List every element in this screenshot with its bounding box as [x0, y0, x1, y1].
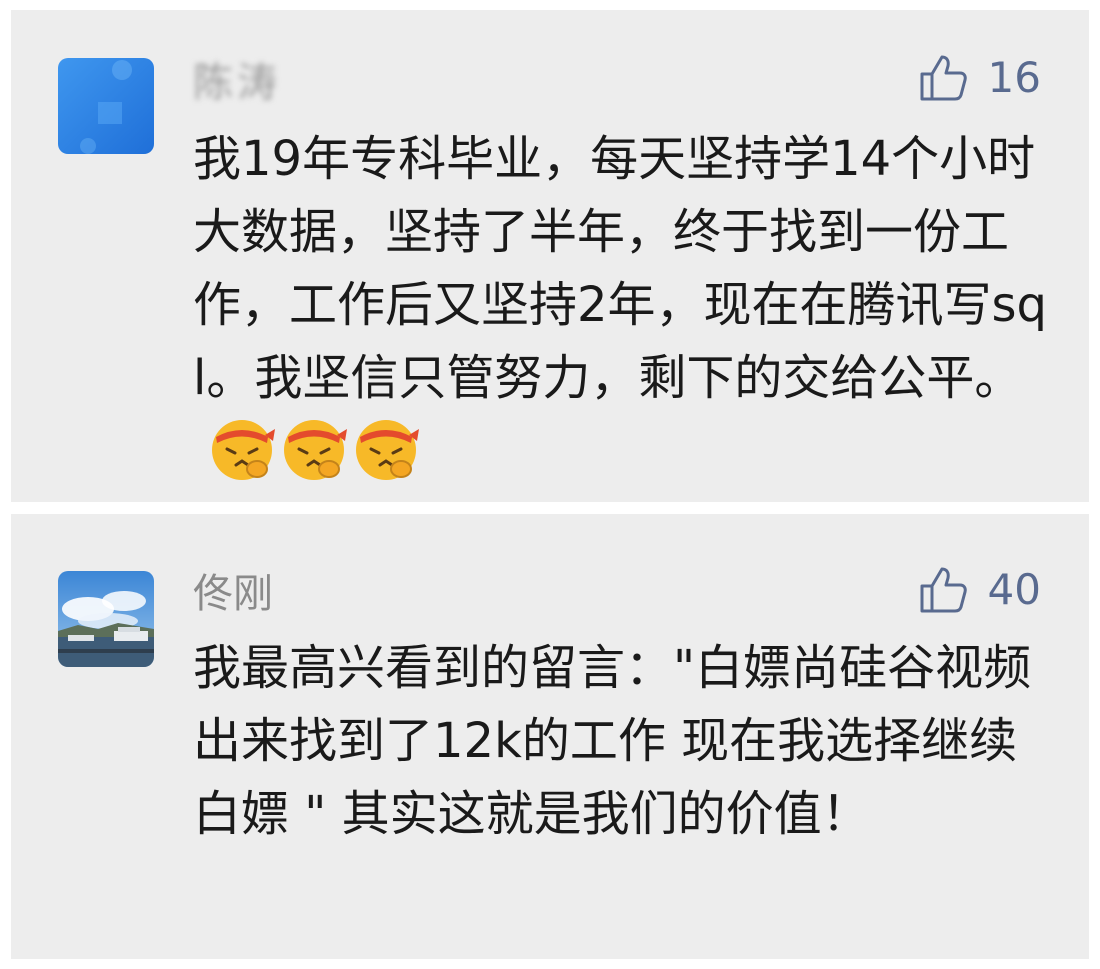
comment-body: 我最高兴看到的留言："白嫖尚硅谷视频出来找到了12k的工作 现在我选择继续白嫖 …: [193, 632, 1053, 851]
determined-face-emoji: [356, 420, 419, 480]
comment-card: 陈涛 16 我19年专科毕业，每天坚持学14个小时大数据，坚持了半年，终于找到一…: [11, 10, 1089, 502]
determined-face-emoji: [212, 420, 275, 480]
comment-text: 我最高兴看到的留言："白嫖尚硅谷视频出来找到了12k的工作 现在我选择继续白嫖 …: [193, 640, 1032, 842]
like-button[interactable]: 16: [918, 50, 1041, 106]
avatar[interactable]: [58, 571, 154, 667]
thumbs-up-icon: [920, 55, 967, 101]
determined-face-emoji: [284, 420, 347, 480]
avatar[interactable]: [58, 58, 154, 154]
like-count: 40: [987, 565, 1041, 614]
username[interactable]: 陈涛: [193, 59, 281, 107]
comment-text: 我19年专科毕业，每天坚持学14个小时大数据，坚持了半年，终于找到一份工作，工作…: [193, 131, 1048, 406]
comment-card: 佟刚 40 我最高兴看到的留言："白嫖尚硅谷视频出来找到了12k的工作 现在我选…: [11, 514, 1089, 959]
emoji-row: [207, 413, 423, 483]
thumbs-up-icon: [920, 567, 967, 613]
username[interactable]: 佟刚: [193, 570, 273, 618]
avatar-image: [58, 58, 154, 154]
like-count: 16: [987, 53, 1041, 102]
like-button[interactable]: 40: [918, 562, 1041, 618]
comment-body: 我19年专科毕业，每天坚持学14个小时大数据，坚持了半年，终于找到一份工作，工作…: [193, 123, 1053, 489]
avatar-image: [58, 571, 154, 667]
